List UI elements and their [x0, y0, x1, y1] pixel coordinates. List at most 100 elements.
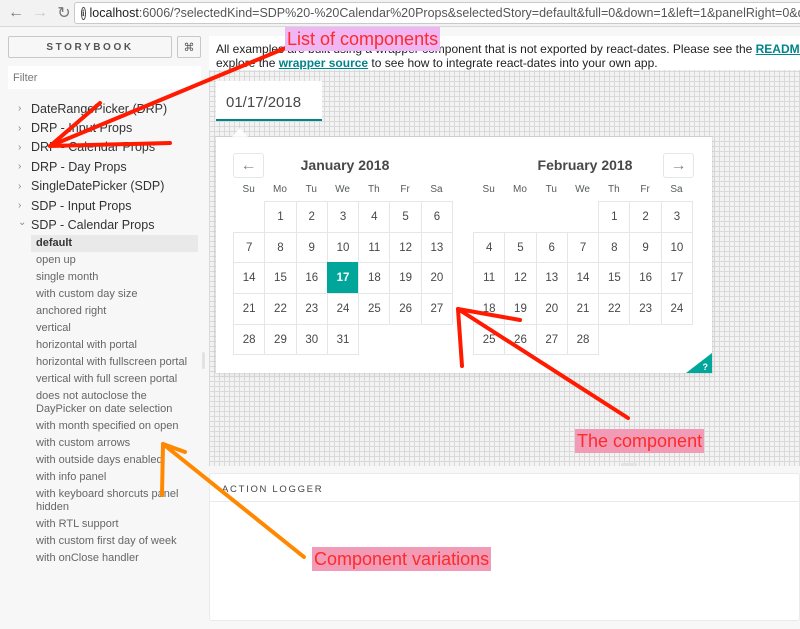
day-cell[interactable]: 11	[473, 262, 506, 295]
sidebar-story-item[interactable]: with RTL support	[31, 516, 198, 533]
day-cell[interactable]: 3	[326, 201, 360, 233]
sidebar-kind-item[interactable]: › DRP - Input Props	[0, 118, 205, 137]
day-cell[interactable]: 24	[660, 293, 694, 325]
day-cell[interactable]: 13	[420, 231, 454, 264]
selected-day-cell[interactable]: 17	[326, 262, 360, 295]
sidebar-story-item[interactable]: with month specified on open	[31, 418, 198, 435]
day-cell[interactable]: 18	[473, 293, 506, 325]
day-cell[interactable]: 15	[598, 262, 631, 295]
sidebar-story-item[interactable]: with info panel	[31, 469, 198, 486]
keyboard-shortcuts-button[interactable]	[686, 353, 712, 373]
day-cell[interactable]: 15	[264, 262, 297, 295]
wrapper-source-link[interactable]: wrapper source	[279, 56, 368, 70]
day-cell[interactable]: 27	[420, 293, 454, 325]
day-cell[interactable]: 4	[473, 231, 506, 264]
day-cell[interactable]: 24	[326, 293, 360, 325]
day-cell[interactable]: 9	[295, 231, 328, 264]
day-cell[interactable]: 26	[504, 323, 537, 356]
sidebar-story-item[interactable]: with keyboard shorcuts panel hidden	[31, 486, 198, 516]
sidebar-story-item[interactable]: anchored right	[31, 303, 198, 320]
day-cell[interactable]: 5	[504, 231, 537, 264]
day-cell[interactable]: 31	[326, 323, 360, 356]
day-cell[interactable]: 23	[629, 293, 662, 325]
shortcuts-button[interactable]: ⌘	[177, 36, 201, 58]
sidebar-story-item[interactable]: horizontal with portal	[31, 337, 198, 354]
day-cell[interactable]: 10	[660, 231, 694, 264]
sidebar-story-item[interactable]: with custom day size	[31, 286, 198, 303]
sidebar-story-item[interactable]: does not autoclose the DayPicker on date…	[31, 388, 198, 418]
sidebar-kind-item[interactable]: › DateRangePicker (DRP)	[0, 99, 205, 118]
sidebar-kind-item[interactable]: › SDP - Input Props	[0, 196, 205, 215]
day-cell[interactable]: 7	[566, 231, 600, 264]
day-cell[interactable]: 20	[420, 262, 454, 295]
filter-input[interactable]	[8, 66, 201, 89]
day-cell[interactable]: 8	[264, 231, 297, 264]
day-cell[interactable]: 22	[598, 293, 631, 325]
back-button[interactable]: ←	[4, 4, 28, 22]
date-input[interactable]: 01/17/2018	[216, 81, 322, 121]
sidebar-story-item[interactable]: vertical	[31, 320, 198, 337]
day-cell[interactable]: 8	[598, 231, 631, 264]
day-cell[interactable]: 19	[504, 293, 537, 325]
day-cell[interactable]: 22	[264, 293, 297, 325]
forward-button[interactable]: →	[28, 4, 52, 22]
day-cell[interactable]: 17	[660, 262, 694, 295]
info-icon[interactable]: i	[81, 6, 86, 20]
sidebar-story-item[interactable]: vertical with full screen portal	[31, 371, 198, 388]
day-cell[interactable]: 16	[629, 262, 662, 295]
day-cell[interactable]: 2	[629, 201, 662, 233]
day-cell[interactable]: 10	[326, 231, 360, 264]
day-cell[interactable]: 4	[358, 201, 391, 233]
day-cell[interactable]: 29	[264, 323, 297, 356]
weekday-label: Mo	[272, 184, 287, 195]
day-cell[interactable]: 7	[233, 231, 266, 264]
day-cell[interactable]: 11	[358, 231, 391, 264]
day-cell[interactable]: 28	[233, 323, 266, 356]
day-cell[interactable]: 19	[389, 262, 422, 295]
day-cell[interactable]: 27	[535, 323, 568, 356]
day-cell[interactable]: 6	[420, 201, 454, 233]
day-cell[interactable]: 6	[535, 231, 568, 264]
sidebar-story-item[interactable]: with custom first day of week	[31, 533, 198, 550]
sidebar-resize-handle[interactable]	[202, 352, 205, 369]
reload-button[interactable]: ↻	[52, 3, 76, 23]
day-cell[interactable]: 9	[629, 231, 662, 264]
sidebar-story-item[interactable]: horizontal with fullscreen portal	[31, 354, 198, 371]
day-cell[interactable]: 12	[504, 262, 537, 295]
day-cell[interactable]: 2	[295, 201, 328, 233]
sidebar-story-item[interactable]: open up	[31, 252, 198, 269]
sidebar-kind-item[interactable]: ⌄ SDP - Calendar Props	[0, 215, 205, 234]
day-cell[interactable]: 12	[389, 231, 422, 264]
sidebar-kind-item[interactable]: › SingleDatePicker (SDP)	[0, 177, 205, 196]
panel-drag-handle[interactable]	[621, 463, 637, 466]
day-cell[interactable]: 16	[295, 262, 328, 295]
day-cell[interactable]: 28	[566, 323, 600, 356]
sidebar-story-item[interactable]: default	[31, 234, 198, 252]
day-cell[interactable]: 21	[566, 293, 600, 325]
sidebar-kind-item[interactable]: › DRP - Calendar Props	[0, 138, 205, 157]
address-bar[interactable]: i localhost :6006/?selectedKind=SDP%20-%…	[74, 2, 800, 24]
readme-link[interactable]: README	[756, 42, 800, 56]
sidebar-kind-item[interactable]: › DRP - Day Props	[0, 157, 205, 176]
day-cell[interactable]: 5	[389, 201, 422, 233]
day-cell[interactable]: 13	[535, 262, 568, 295]
day-cell[interactable]: 20	[535, 293, 568, 325]
day-cell[interactable]: 1	[264, 201, 297, 233]
day-cell[interactable]: 25	[358, 293, 391, 325]
day-cell[interactable]: 21	[233, 293, 266, 325]
question-icon[interactable]: ?	[703, 362, 709, 372]
sidebar-story-item[interactable]: with onClose handler	[31, 550, 198, 567]
sidebar-story-item[interactable]: with outside days enabled	[31, 452, 198, 469]
sidebar-story-item[interactable]: single month	[31, 269, 198, 286]
storybook-title-button[interactable]: STORYBOOK	[8, 36, 172, 58]
day-cell[interactable]: 25	[473, 323, 506, 356]
day-cell[interactable]: 3	[660, 201, 694, 233]
day-cell[interactable]: 23	[295, 293, 328, 325]
day-cell[interactable]: 14	[566, 262, 600, 295]
day-cell[interactable]: 26	[389, 293, 422, 325]
day-cell[interactable]: 18	[358, 262, 391, 295]
day-cell[interactable]: 14	[233, 262, 266, 295]
day-cell[interactable]: 30	[295, 323, 328, 356]
day-cell[interactable]: 1	[598, 201, 631, 233]
sidebar-story-item[interactable]: with custom arrows	[31, 435, 198, 452]
